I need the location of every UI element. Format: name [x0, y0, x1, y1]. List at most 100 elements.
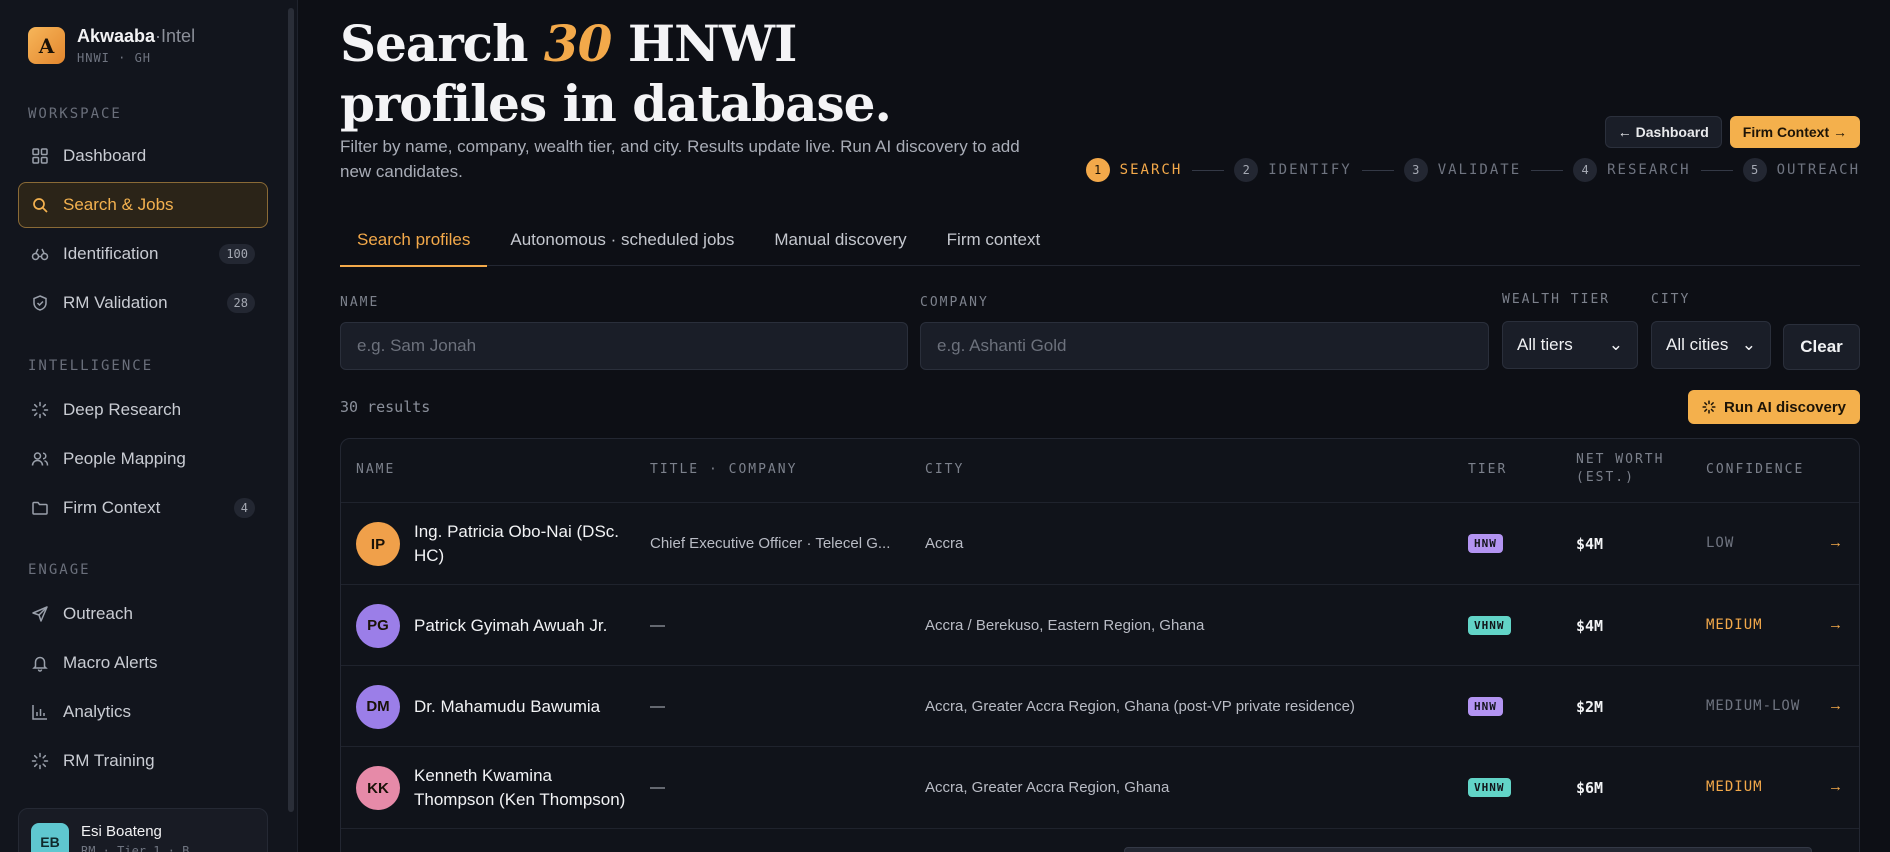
profile-name[interactable]: Dr. Mahamudu Bawumia — [414, 695, 634, 719]
brand[interactable]: A Akwaaba·Intel HNWI · GH — [28, 26, 195, 65]
arrow-right-icon[interactable]: → — [1828, 534, 1843, 551]
shield-check-icon — [33, 295, 47, 311]
col-title-company[interactable]: TITLE · COMPANY — [650, 461, 797, 479]
sidebar-item-dashboard[interactable]: Dashboard — [18, 133, 268, 179]
page-title: Search 30 HNWI profiles in database. — [340, 14, 892, 133]
col-name[interactable]: NAME — [356, 461, 395, 479]
profile-name[interactable]: Ing. Patricia Obo-Nai (DSc. HC) — [414, 520, 634, 568]
city: Accra / Berekuso, Eastern Region, Ghana — [925, 616, 1205, 634]
net-worth: $6M — [1576, 779, 1604, 797]
badge-count: 100 — [219, 244, 255, 264]
arrow-right-icon[interactable]: → — [1828, 778, 1843, 795]
city: Accra, Greater Accra Region, Ghana (post… — [925, 697, 1355, 715]
step-divider — [1700, 169, 1733, 171]
sidebar-scrollbar[interactable] — [288, 8, 294, 812]
avatar: DM — [356, 684, 400, 729]
sidebar-item-outreach[interactable]: Outreach — [18, 591, 268, 637]
results-count: 30 results — [340, 398, 431, 416]
net-worth: $4M — [1576, 535, 1604, 553]
sidebar-item-analytics[interactable]: Analytics — [18, 689, 268, 735]
step-identify[interactable]: 2 IDENTIFY — [1234, 158, 1351, 182]
firm-context-button[interactable]: Firm Context → — [1729, 116, 1860, 148]
sidebar-item-label: Analytics — [63, 702, 132, 721]
name-input[interactable] — [340, 322, 908, 370]
step-divider — [1361, 169, 1394, 171]
company-input[interactable] — [920, 322, 1489, 370]
sidebar-item-label: RM Training — [63, 751, 155, 770]
net-worth: $2M — [1576, 697, 1604, 716]
badge-count: 4 — [233, 498, 255, 518]
sidebar-item-label: Deep Research — [63, 400, 182, 419]
step-divider — [1192, 169, 1225, 171]
spinner-icon — [1702, 400, 1716, 414]
sidebar-item-people-mapping[interactable]: People Mapping — [18, 436, 268, 482]
sidebar-item-macro-alerts[interactable]: Macro Alerts — [18, 640, 268, 686]
sidebar-item-identification[interactable]: Identification 100 — [18, 231, 268, 277]
table-header: NAME TITLE · COMPANY CITY TIER NET WORTH… — [341, 439, 1859, 503]
table-row[interactable]: IP Ing. Patricia Obo-Nai (DSc. HC) Chief… — [341, 503, 1859, 585]
table-row[interactable]: DM Dr. Mahamudu Bawumia — Accra, Greater… — [341, 666, 1859, 747]
sidebar-item-rm-training[interactable]: RM Training — [18, 738, 268, 784]
brand-logo: A — [28, 27, 65, 64]
wealth-tier-label: WEALTH TIER — [1502, 292, 1611, 307]
step-research[interactable]: 4 RESEARCH — [1573, 158, 1690, 182]
sidebar: A Akwaaba·Intel HNWI · GH WORKSPACE Dash… — [0, 0, 298, 852]
sidebar-item-firm-context[interactable]: Firm Context 4 — [18, 485, 268, 531]
sidebar-item-label: Identification — [63, 244, 159, 263]
sidebar-item-deep-research[interactable]: Deep Research — [18, 387, 268, 433]
title-company: — — [650, 779, 665, 796]
profile-name[interactable]: Kenneth Kwamina Thompson (Ken Thompson) — [414, 764, 634, 812]
arrow-right-icon[interactable]: → — [1828, 697, 1843, 714]
run-ai-discovery-button[interactable]: Run AI discovery — [1688, 390, 1860, 424]
avatar: PG — [356, 603, 400, 648]
tab-manual-discovery[interactable]: Manual discovery — [757, 222, 923, 266]
profiles-table: NAME TITLE · COMPANY CITY TIER NET WORTH… — [340, 438, 1860, 852]
section-workspace: WORKSPACE — [28, 106, 122, 122]
tab-firm-context[interactable]: Firm context — [930, 222, 1058, 266]
step-divider — [1531, 169, 1564, 171]
profile-name[interactable]: Patrick Gyimah Awuah Jr. — [414, 614, 634, 638]
table-row[interactable]: KK Kenneth Kwamina Thompson (Ken Thompso… — [341, 747, 1859, 829]
dashboard-button[interactable]: ← Dashboard — [1604, 116, 1722, 148]
city: Accra — [925, 535, 964, 552]
search-icon — [33, 198, 48, 213]
user-name: Esi Boateng — [81, 823, 162, 840]
sidebar-item-rm-validation[interactable]: RM Validation 28 — [18, 280, 268, 326]
city-label: CITY — [1651, 292, 1691, 307]
sidebar-item-search-jobs[interactable]: Search & Jobs — [18, 182, 268, 228]
wealth-tier-select[interactable]: All tiers ⌄ — [1502, 321, 1638, 369]
clear-button[interactable]: Clear — [1783, 324, 1860, 370]
section-engage: ENGAGE — [28, 562, 91, 578]
sidebar-item-label: Outreach — [63, 604, 133, 623]
tab-search-profiles[interactable]: Search profiles — [340, 222, 488, 267]
step-search[interactable]: 1 SEARCH — [1085, 158, 1183, 182]
section-intelligence: INTELLIGENCE — [28, 358, 154, 374]
col-tier[interactable]: TIER — [1468, 461, 1507, 479]
users-icon — [31, 452, 49, 466]
user-role: RM · Tier 1 · B... — [81, 844, 212, 852]
confidence: MEDIUM-LOW — [1706, 697, 1801, 714]
company-filter-label: COMPANY — [920, 295, 989, 310]
workflow-steps: 1 SEARCH 2 IDENTIFY 3 VALIDATE 4 RESEARCH 5O… — [1085, 158, 1860, 182]
confidence: MEDIUM — [1706, 616, 1763, 633]
step-validate[interactable]: 3 VALIDATE — [1403, 158, 1521, 182]
user-card[interactable]: EB Esi Boateng RM · Tier 1 · B... — [18, 808, 268, 852]
col-net-worth[interactable]: NET WORTH (EST.) — [1576, 451, 1664, 487]
col-confidence[interactable]: CONFIDENCE — [1706, 461, 1804, 479]
table-row[interactable]: PG Patrick Gyimah Awuah Jr. — Accra / Be… — [341, 585, 1859, 666]
sidebar-item-label: RM Validation — [63, 293, 168, 312]
col-city[interactable]: CITY — [925, 461, 964, 479]
title-company: — — [650, 616, 665, 634]
tab-autonomous-jobs[interactable]: Autonomous · scheduled jobs — [493, 222, 751, 266]
spinner-icon — [31, 401, 49, 419]
arrow-right-icon[interactable]: → — [1828, 616, 1843, 633]
sidebar-item-label: Macro Alerts — [63, 653, 158, 672]
avatar: IP — [356, 522, 400, 566]
tier-badge: HNW — [1468, 534, 1503, 553]
tier-badge: HNW — [1468, 696, 1503, 716]
tier-badge: VHNW — [1468, 615, 1511, 635]
city-select[interactable]: All cities ⌄ — [1651, 321, 1771, 369]
step-outreach[interactable]: 5 OUTREACH — [1742, 158, 1860, 182]
floating-panel — [1124, 847, 1812, 852]
binoculars-icon — [31, 248, 49, 261]
